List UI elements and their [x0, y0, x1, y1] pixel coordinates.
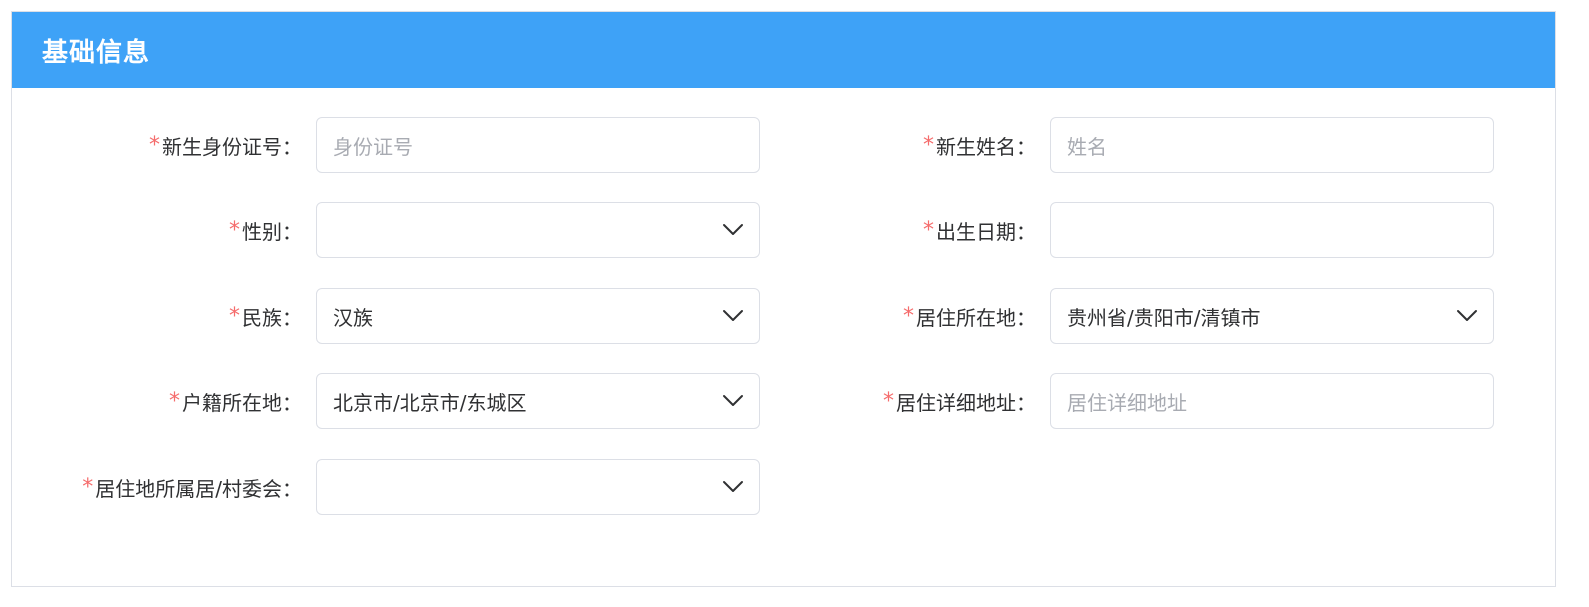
birth-date-input[interactable] — [1050, 202, 1494, 258]
household-location-value: 北京市/北京市/东城区 — [333, 390, 527, 415]
birth-date-label: * 出生日期： — [923, 217, 1036, 244]
required-mark: * — [903, 303, 914, 329]
residence-address-label: * 居住详细地址： — [883, 388, 1036, 415]
form-row-5: * 居住地所属居/村委会： — [12, 459, 1555, 515]
gender-select[interactable] — [316, 202, 760, 258]
gender-label: * 性别： — [229, 217, 302, 244]
chevron-down-icon — [723, 395, 743, 406]
name-placeholder: 姓名 — [1067, 134, 1107, 159]
id-number-input[interactable]: 身份证号 — [316, 117, 760, 173]
household-location-label: * 户籍所在地： — [169, 388, 302, 415]
ethnicity-value: 汉族 — [333, 305, 373, 330]
ethnicity-label: * 民族： — [229, 303, 302, 330]
panel-header: 基础信息 — [12, 12, 1555, 88]
name-label: * 新生姓名： — [923, 132, 1036, 159]
required-mark: * — [169, 388, 180, 414]
required-mark: * — [229, 303, 240, 329]
required-mark: * — [923, 132, 934, 158]
required-mark: * — [229, 217, 240, 243]
chevron-down-icon — [1457, 310, 1477, 321]
residence-location-select[interactable]: 贵州省/贵阳市/清镇市 — [1050, 288, 1494, 344]
residence-location-label: * 居住所在地： — [903, 303, 1036, 330]
chevron-down-icon — [723, 310, 743, 321]
form-row-3: * 民族： 汉族 * 居住所在地： 贵州省/贵阳市/清镇市 — [12, 288, 1555, 344]
required-mark: * — [149, 132, 160, 158]
basic-info-panel: 基础信息 * 新生身份证号： 身份证号 * 新生姓名： 姓名 * 性别： * 出生日期： — [11, 11, 1556, 587]
id-number-placeholder: 身份证号 — [333, 134, 413, 159]
chevron-down-icon — [723, 481, 743, 492]
required-mark: * — [883, 388, 894, 414]
form-row-4: * 户籍所在地： 北京市/北京市/东城区 * 居住详细地址： 居住详细地址 — [12, 373, 1555, 429]
form-row-2: * 性别： * 出生日期： — [12, 202, 1555, 258]
ethnicity-select[interactable]: 汉族 — [316, 288, 760, 344]
household-location-select[interactable]: 北京市/北京市/东城区 — [316, 373, 760, 429]
chevron-down-icon — [723, 224, 743, 235]
residence-address-input[interactable]: 居住详细地址 — [1050, 373, 1494, 429]
panel-title: 基础信息 — [42, 37, 151, 68]
required-mark: * — [923, 217, 934, 243]
residence-address-placeholder: 居住详细地址 — [1067, 390, 1187, 415]
name-input[interactable]: 姓名 — [1050, 117, 1494, 173]
residence-location-value: 贵州省/贵阳市/清镇市 — [1067, 305, 1261, 330]
id-number-label: * 新生身份证号： — [149, 132, 302, 159]
residence-committee-select[interactable] — [316, 459, 760, 515]
residence-committee-label: * 居住地所属居/村委会： — [82, 474, 302, 501]
required-mark: * — [82, 474, 94, 500]
form-row-1: * 新生身份证号： 身份证号 * 新生姓名： 姓名 — [12, 117, 1555, 173]
